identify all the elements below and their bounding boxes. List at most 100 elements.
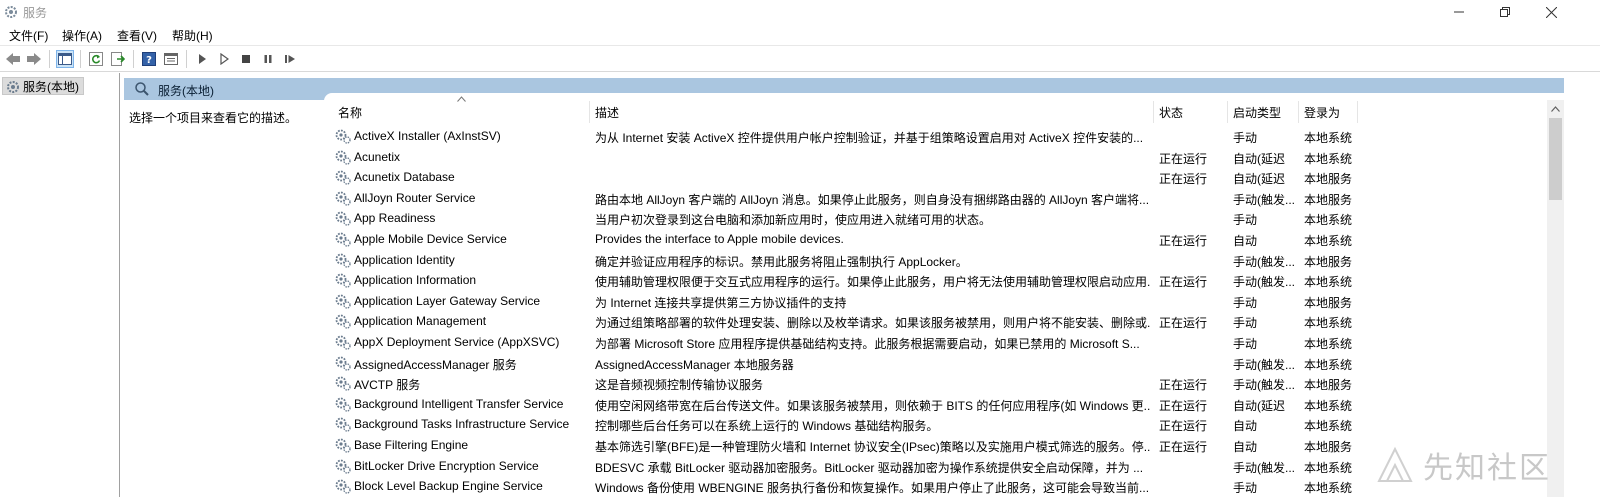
service-description: 为部署 Microsoft Store 应用程序提供基础结构支持。此服务根据需要… (595, 337, 1140, 351)
service-description: 使用空闲网络带宽在后台传送文件。如果该服务被禁用，则依赖于 BITS 的任何应用… (595, 398, 1150, 413)
service-log-on-as: 本地系统 (1304, 357, 1353, 372)
service-description: 确定并验证应用程序的标识。禁用此服务将阻止强制执行 AppLocker。 (595, 254, 968, 269)
restore-button[interactable] (1482, 0, 1528, 24)
service-description: 基本筛选引擎(BFE)是一种管理防火墙和 Internet 协议安全(IPsec… (595, 440, 1150, 454)
table-row[interactable]: Block Level Backup Engine Service Windows… (334, 476, 1354, 496)
show-console-tree-button[interactable] (56, 50, 74, 68)
service-startup-type: 自动 (1233, 419, 1258, 434)
service-gear-icon (334, 209, 352, 227)
service-log-on-as: 本地系统 (1304, 275, 1353, 290)
service-log-on-as: 本地服务 (1304, 254, 1353, 269)
service-log-on-as: 本地系统 (1304, 398, 1353, 413)
table-row[interactable]: Acunetix Database 正在运行 自动(延迟 本地服务 (334, 167, 1354, 187)
table-row[interactable]: AppX Deployment Service (AppXSVC) 为部署 Mic… (334, 332, 1354, 352)
column-header-log-on-as[interactable]: 登录为 (1304, 101, 1340, 123)
menu-view[interactable]: 查看(V) (117, 27, 157, 44)
properties-view-button[interactable] (162, 50, 180, 68)
export-list-button[interactable] (109, 50, 127, 68)
restart-service-icon[interactable] (281, 50, 299, 68)
service-gear-icon (334, 148, 352, 166)
service-status: 正在运行 (1159, 151, 1208, 166)
start-service-outline-icon[interactable] (215, 50, 233, 68)
stop-service-icon[interactable] (237, 50, 255, 68)
service-log-on-as: 本地系统 (1304, 419, 1353, 434)
service-gear-icon (334, 292, 352, 310)
column-header-description[interactable]: 描述 (595, 101, 619, 123)
table-row[interactable]: BitLocker Drive Encryption Service BDESVC… (334, 456, 1354, 476)
vertical-scrollbar[interactable] (1547, 100, 1564, 497)
service-gear-icon (334, 189, 352, 207)
service-gear-icon (334, 251, 352, 269)
description-pane: 选择一个项目来查看它的描述。 (124, 100, 324, 497)
table-row[interactable]: Base Filtering Engine 基本筛选引擎(BFE)是一种管理防火墙… (334, 435, 1354, 455)
service-log-on-as: 本地系统 (1304, 460, 1353, 475)
table-row[interactable]: AllJoyn Router Service 路由本地 AllJoyn 客户端的 … (334, 188, 1354, 208)
service-startup-type: 手动 (1233, 213, 1258, 228)
table-row[interactable]: Background Intelligent Transfer Service 使… (334, 394, 1354, 414)
service-description: 路由本地 AllJoyn 客户端的 AllJoyn 消息。如果停止此服务，则自身… (595, 192, 1150, 207)
service-description: 为 Internet 连接共享提供第三方协议插件的支持 (595, 295, 847, 310)
table-row[interactable]: App Readiness 当用户初次登录到这台电脑和添加新应用时，使应用进入就绪… (334, 208, 1354, 228)
column-header-name[interactable]: 名称 (338, 101, 362, 123)
start-service-icon[interactable] (193, 50, 211, 68)
table-row[interactable]: Acunetix 正在运行 自动(延迟 本地系统 (334, 147, 1354, 167)
service-name: Application Management (354, 314, 487, 329)
service-log-on-as: 本地系统 (1304, 316, 1353, 331)
table-row[interactable]: ActiveX Installer (AxInstSV) 为从 Internet … (334, 126, 1354, 146)
svg-text:?: ? (146, 55, 152, 66)
service-startup-type: 手动 (1233, 337, 1258, 351)
service-startup-type: 自动(延迟 (1233, 398, 1285, 413)
service-log-on-as: 本地系统 (1304, 151, 1353, 166)
table-row[interactable]: Apple Mobile Device Service Provides the … (334, 229, 1354, 249)
service-name: Acunetix (354, 149, 401, 164)
table-row[interactable]: Background Tasks Infrastructure Service 控… (334, 414, 1354, 434)
pause-service-icon[interactable] (259, 50, 277, 68)
sort-ascending-icon (457, 96, 466, 102)
description-text: 选择一个项目来查看它的描述。 (129, 111, 298, 125)
service-name: AssignedAccessManager 服务 (354, 357, 517, 372)
service-name: Block Level Backup Engine Service (354, 479, 543, 494)
scroll-up-button[interactable] (1547, 100, 1564, 117)
table-row[interactable]: AssignedAccessManager 服务 AssignedAccessMa… (334, 353, 1354, 373)
menu-help[interactable]: 帮助(H) (172, 27, 213, 44)
service-description: BDESVC 承载 BitLocker 驱动器加密服务。BitLocker 驱动… (595, 460, 1144, 475)
service-startup-type: 手动 (1233, 295, 1258, 310)
watermark: 先知社区 (1375, 440, 1555, 490)
service-description: 控制哪些后台任务可以在系统上运行的 Windows 基础结构服务。 (595, 419, 939, 434)
panel-title: 服务(本地) (158, 84, 214, 98)
help-button[interactable]: ? (140, 50, 158, 68)
service-description: 当用户初次登录到这台电脑和添加新应用时，使应用进入就绪可用的状态。 (595, 213, 992, 228)
table-row[interactable]: Application Layer Gateway Service 为 Inter… (334, 291, 1354, 311)
tree-node-services-local[interactable]: 服务(本地) (2, 77, 84, 95)
forward-button[interactable] (25, 50, 43, 68)
menu-action[interactable]: 操作(A) (62, 27, 102, 44)
refresh-button[interactable] (87, 50, 105, 68)
service-startup-type: 手动 (1233, 131, 1258, 145)
service-gear-icon (334, 457, 352, 475)
service-startup-type: 手动(触发... (1233, 192, 1295, 207)
service-status: 正在运行 (1159, 440, 1208, 454)
search-icon (134, 81, 150, 100)
watermark-logo-icon (1377, 446, 1413, 482)
table-row[interactable]: AVCTP 服务 这是音频视频控制传输协议服务 正在运行 手动(触发... 本地服务 (334, 373, 1354, 393)
service-startup-type: 手动 (1233, 481, 1258, 496)
service-gear-icon (334, 333, 352, 351)
scrollbar-thumb[interactable] (1549, 118, 1562, 200)
column-header-status[interactable]: 状态 (1159, 101, 1183, 123)
service-gear-icon (334, 127, 352, 145)
table-row[interactable]: Application Identity 确定并验证应用程序的标识。禁用此服务将阻… (334, 250, 1354, 270)
service-gear-icon (334, 374, 352, 392)
column-header-startup-type[interactable]: 启动类型 (1233, 101, 1281, 123)
close-button[interactable] (1528, 0, 1574, 24)
back-button[interactable] (4, 50, 22, 68)
menu-file[interactable]: 文件(F) (9, 27, 48, 44)
service-startup-type: 手动(触发... (1233, 275, 1295, 290)
title-bar: 服务 (0, 0, 1600, 24)
minimize-button[interactable] (1436, 0, 1482, 24)
console-tree: 服务(本地) (0, 73, 120, 497)
table-row[interactable]: Application Information 使用辅助管理权限便于交互式应用程序… (334, 270, 1354, 290)
table-row[interactable]: Application Management 为通过组策略部署的软件处理安装、删除… (334, 311, 1354, 331)
service-log-on-as: 本地系统 (1304, 481, 1353, 496)
service-startup-type: 手动(触发... (1233, 378, 1295, 393)
service-status: 正在运行 (1159, 398, 1208, 413)
